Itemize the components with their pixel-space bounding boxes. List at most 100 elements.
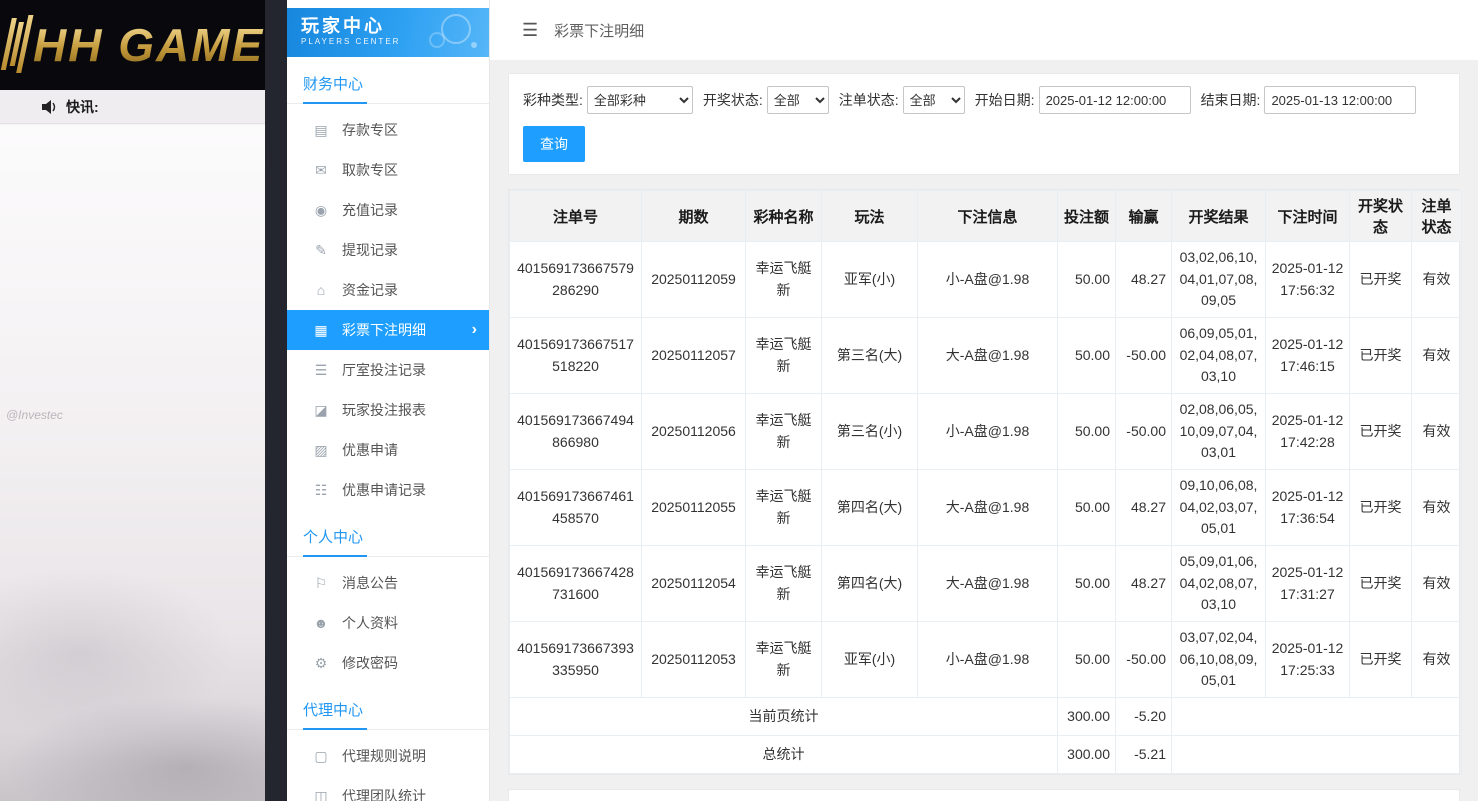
cell-win-loss: 48.27	[1116, 242, 1172, 318]
sidebar-item-withdraw[interactable]: ✉取款专区	[287, 150, 489, 190]
end-date-label: 结束日期:	[1201, 90, 1261, 110]
column-header-bet-info: 下注信息	[918, 191, 1058, 242]
sidebar-item-promo-record[interactable]: ☷优惠申请记录	[287, 470, 489, 510]
cell-bet-amount: 50.00	[1058, 546, 1116, 622]
lottery-type-label: 彩种类型:	[523, 90, 583, 110]
cell-draw-status: 已开奖	[1350, 242, 1412, 318]
image-watermark: @Investec	[6, 408, 63, 422]
column-header-play-type: 玩法	[822, 191, 918, 242]
column-header-draw-status: 开奖状态	[1350, 191, 1412, 242]
summary-label: 总统计	[510, 736, 1058, 774]
summary-row: 总统计300.00-5.21	[510, 736, 1462, 774]
cell-play-type: 第四名(大)	[822, 546, 918, 622]
sidebar-item-label: 资金记录	[342, 280, 398, 300]
hamburger-menu-icon[interactable]: ☰	[522, 20, 538, 41]
cell-draw-result: 03,07,02,04,06,10,08,09,05,01	[1172, 622, 1266, 698]
cell-bet-info: 大-A盘@1.98	[918, 318, 1058, 394]
cell-bet-status: 有效	[1412, 242, 1462, 318]
end-date-input[interactable]	[1264, 86, 1416, 114]
cell-bet-amount: 50.00	[1058, 242, 1116, 318]
sidebar-item-message[interactable]: ⚐消息公告	[287, 563, 489, 603]
draw-status-select[interactable]: 全部	[767, 86, 829, 114]
dark-divider	[265, 0, 287, 801]
sidebar-section-title: 财务中心	[287, 57, 489, 104]
cell-bet-time: 2025-01-12 17:46:15	[1266, 318, 1350, 394]
sidebar-item-agent-team[interactable]: ◫ 代理团队统计	[287, 776, 489, 801]
column-header-bet-id: 注单号	[510, 191, 642, 242]
sidebar-item-recharge-record[interactable]: ◉充值记录	[287, 190, 489, 230]
start-date-input[interactable]	[1039, 86, 1191, 114]
table-row: 40156917366749486698020250112056幸运飞艇新第三名…	[510, 394, 1462, 470]
cell-bet-time: 2025-01-12 17:56:32	[1266, 242, 1350, 318]
sidebar-item-label: 代理团队统计	[342, 786, 426, 801]
player-bet-report-icon: ◪	[313, 402, 329, 419]
cell-bet-info: 大-A盘@1.98	[918, 546, 1058, 622]
query-button[interactable]: 查询	[523, 126, 585, 162]
column-header-bet-time: 下注时间	[1266, 191, 1350, 242]
filter-panel: 彩种类型: 全部彩种 开奖状态: 全部 注单状态: 全部 开始日期: 结束日期:	[508, 73, 1460, 175]
logo-text: HH GAME	[33, 18, 264, 72]
draw-status-label: 开奖状态:	[703, 90, 763, 110]
cell-bet-info: 小-A盘@1.98	[918, 394, 1058, 470]
sidebar-item-lottery-bet-detail[interactable]: ▦彩票下注明细›	[287, 310, 489, 350]
column-header-draw-result: 开奖结果	[1172, 191, 1266, 242]
sidebar-item-funds-record[interactable]: ⌂ 资金记录	[287, 270, 489, 310]
news-ticker-bar: 快讯:	[0, 90, 265, 124]
cell-draw-status: 已开奖	[1350, 318, 1412, 394]
topbar: ☰ 彩票下注明细	[490, 0, 1478, 60]
column-header-bet-amount: 投注额	[1058, 191, 1116, 242]
sidebar-item-agent-rules[interactable]: ▢代理规则说明	[287, 736, 489, 776]
sidebar-item-player-bet-report[interactable]: ◪玩家投注报表	[287, 390, 489, 430]
cell-draw-result: 09,10,06,08,04,02,03,07,05,01	[1172, 470, 1266, 546]
cell-period: 20250112059	[642, 242, 746, 318]
sidebar-item-profile[interactable]: ☻个人资料	[287, 603, 489, 643]
cell-play-type: 第四名(大)	[822, 470, 918, 546]
agent-rules-icon: ▢	[313, 748, 329, 765]
cell-period: 20250112054	[642, 546, 746, 622]
agent-team-icon: ◫	[313, 788, 329, 801]
lottery-type-select[interactable]: 全部彩种	[587, 86, 693, 114]
column-header-period: 期数	[642, 191, 746, 242]
bet-status-label: 注单状态:	[839, 90, 899, 110]
cell-bet-amount: 50.00	[1058, 318, 1116, 394]
sidebar-item-hall-bet-record[interactable]: ☰厅室投注记录	[287, 350, 489, 390]
start-date-label: 开始日期:	[975, 90, 1035, 110]
sidebar-item-label: 优惠申请记录	[342, 480, 426, 500]
cell-lottery-name: 幸运飞艇新	[746, 622, 822, 698]
cell-period: 20250112057	[642, 318, 746, 394]
page: HH GAME 快讯: @Investec 玩家中心 PLAYERS CENTE…	[0, 0, 1478, 801]
cell-play-type: 亚军(小)	[822, 622, 918, 698]
filter-row: 彩种类型: 全部彩种 开奖状态: 全部 注单状态: 全部 开始日期: 结束日期:	[523, 86, 1445, 114]
bet-status-select[interactable]: 全部	[903, 86, 965, 114]
summary-win-loss: -5.21	[1116, 736, 1172, 774]
cell-win-loss: -50.00	[1116, 394, 1172, 470]
cell-draw-status: 已开奖	[1350, 622, 1412, 698]
cell-win-loss: 48.27	[1116, 470, 1172, 546]
bet-table-body: 40156917366757928629020250112059幸运飞艇新亚军(…	[510, 242, 1462, 774]
sidebar-item-label: 取款专区	[342, 160, 398, 180]
summary-bet-total: 300.00	[1058, 736, 1116, 774]
cell-lottery-name: 幸运飞艇新	[746, 318, 822, 394]
summary-label: 当前页统计	[510, 698, 1058, 736]
cell-bet-id: 401569173667579286290	[510, 242, 642, 318]
table-row: 40156917366742873160020250112054幸运飞艇新第四名…	[510, 546, 1462, 622]
cell-win-loss: 48.27	[1116, 546, 1172, 622]
sidebar-item-label: 优惠申请	[342, 440, 398, 460]
sidebar-item-password-gear[interactable]: ⚙修改密码	[287, 643, 489, 683]
deposit-icon: ▤	[313, 122, 329, 139]
cell-draw-status: 已开奖	[1350, 546, 1412, 622]
cell-bet-time: 2025-01-12 17:36:54	[1266, 470, 1350, 546]
brand-logo[interactable]: HH GAME	[6, 18, 264, 73]
cell-bet-info: 小-A盘@1.98	[918, 242, 1058, 318]
speaker-icon	[42, 100, 58, 114]
cell-bet-status: 有效	[1412, 470, 1462, 546]
funds-record-icon: ⌂	[313, 282, 329, 298]
message-icon: ⚐	[313, 575, 329, 592]
sidebar-item-withdraw-record[interactable]: ✎提现记录	[287, 230, 489, 270]
cell-draw-result: 06,09,05,01,02,04,08,07,03,10	[1172, 318, 1266, 394]
sidebar-item-promo-apply[interactable]: ▨优惠申请	[287, 430, 489, 470]
cell-play-type: 亚军(小)	[822, 242, 918, 318]
sidebar-item-label: 彩票下注明细	[342, 320, 426, 340]
sidebar-item-deposit[interactable]: ▤存款专区	[287, 110, 489, 150]
cell-bet-status: 有效	[1412, 546, 1462, 622]
